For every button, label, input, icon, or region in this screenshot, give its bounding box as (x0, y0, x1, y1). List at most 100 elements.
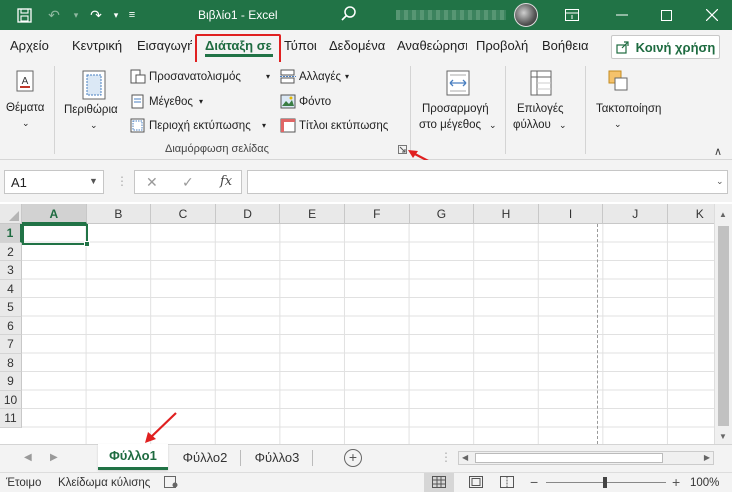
row-header-6[interactable]: 6 (0, 316, 22, 335)
row-header-7[interactable]: 7 (0, 335, 22, 354)
search-icon[interactable] (340, 5, 358, 26)
insert-function-icon[interactable]: fx (220, 174, 232, 189)
row-header-4[interactable]: 4 (0, 279, 22, 298)
margins-icon[interactable] (82, 70, 106, 103)
save-icon[interactable] (14, 6, 34, 24)
undo-dropdown-icon[interactable]: ▾ (66, 6, 86, 24)
margins-label[interactable]: Περιθώρια (64, 104, 118, 116)
sheet-tab-1[interactable]: Φύλλο1 (98, 444, 168, 470)
column-header-f[interactable]: F (345, 204, 410, 224)
prev-sheet-icon[interactable]: ◀ (24, 452, 32, 463)
arrange-label[interactable]: Τακτοποίηση (596, 103, 661, 115)
themes-dropdown-icon[interactable]: ⌄ (22, 118, 30, 129)
print-area-icon[interactable] (130, 118, 146, 133)
column-header-h[interactable]: H (474, 204, 539, 224)
zoom-slider-thumb[interactable] (603, 477, 607, 488)
redo-icon[interactable]: ↷ (86, 6, 106, 24)
sheet-tab-3[interactable]: Φύλλο3 (244, 444, 310, 470)
expand-formula-bar-icon[interactable]: ⌄ (716, 176, 724, 187)
orientation-icon[interactable] (130, 69, 146, 84)
close-icon[interactable] (698, 4, 726, 26)
select-all-corner[interactable] (0, 204, 22, 224)
row-header-11[interactable]: 11 (0, 409, 22, 428)
column-header-b[interactable]: B (86, 204, 152, 224)
scale-to-fit-label-2[interactable]: στο μέγεθος (419, 119, 481, 131)
add-sheet-icon[interactable]: + (344, 449, 362, 467)
column-header-j[interactable]: J (603, 204, 668, 224)
fill-handle[interactable] (84, 241, 90, 247)
enter-icon[interactable]: ✓ (182, 174, 194, 191)
orientation-button[interactable]: Προσανατολισμός (149, 71, 241, 83)
print-titles-icon[interactable] (280, 118, 296, 133)
sheet-options-label[interactable]: Επιλογές (517, 103, 564, 115)
print-area-button[interactable]: Περιοχή εκτύπωσης (149, 120, 251, 132)
avatar[interactable] (514, 3, 538, 27)
formula-input[interactable] (247, 170, 728, 194)
vertical-scrollbar[interactable]: ▲ ▼ (714, 204, 732, 444)
breaks-icon[interactable] (280, 69, 296, 84)
normal-view-icon[interactable] (424, 473, 454, 492)
tab-home[interactable]: Κεντρική (72, 38, 122, 53)
tab-review[interactable]: Αναθεώρηση (397, 38, 467, 53)
print-titles-button[interactable]: Τίτλοι εκτύπωσης (299, 120, 388, 132)
ribbon-display-icon[interactable] (558, 4, 586, 26)
tab-formulas[interactable]: Τύποι (284, 38, 317, 53)
next-sheet-icon[interactable]: ▶ (50, 452, 58, 463)
row-header-3[interactable]: 3 (0, 261, 22, 280)
customize-toolbar-icon[interactable]: ≡ (122, 6, 142, 24)
breaks-button[interactable]: Αλλαγές (299, 71, 341, 83)
breaks-dropdown-icon[interactable]: ▾ (345, 72, 349, 81)
scroll-left-icon[interactable]: ◀ (462, 453, 468, 462)
background-icon[interactable] (280, 94, 296, 109)
column-header-d[interactable]: D (215, 204, 281, 224)
tab-view[interactable]: Προβολή (476, 38, 528, 53)
horizontal-scroll-thumb[interactable] (475, 453, 663, 463)
macro-record-icon[interactable] (164, 476, 178, 491)
scale-to-fit-icon[interactable] (446, 70, 470, 99)
tab-file[interactable]: Αρχείο (10, 38, 49, 53)
row-header-9[interactable]: 9 (0, 372, 22, 391)
row-header-5[interactable]: 5 (0, 298, 22, 317)
scroll-up-icon[interactable]: ▲ (719, 210, 727, 219)
size-icon[interactable] (130, 94, 146, 109)
column-header-c[interactable]: C (151, 204, 216, 224)
background-button[interactable]: Φόντο (299, 96, 331, 108)
column-header-e[interactable]: E (280, 204, 345, 224)
cells[interactable] (22, 224, 714, 444)
horizontal-scrollbar[interactable]: ◀ ▶ (458, 451, 714, 465)
scale-to-fit-dropdown-icon[interactable]: ⌄ (489, 120, 497, 131)
zoom-in-icon[interactable]: + (672, 474, 680, 490)
scale-to-fit-label[interactable]: Προσαρμογή (422, 103, 489, 115)
print-area-dropdown-icon[interactable]: ▾ (262, 121, 266, 130)
margins-dropdown-icon[interactable]: ⌄ (90, 120, 98, 131)
sheet-tab-2[interactable]: Φύλλο2 (172, 444, 238, 470)
collapse-ribbon-icon[interactable]: ∧ (714, 145, 722, 158)
column-header-g[interactable]: G (409, 204, 475, 224)
active-cell[interactable] (22, 224, 88, 245)
row-header-10[interactable]: 10 (0, 390, 22, 409)
arrange-dropdown-icon[interactable]: ⌄ (614, 119, 622, 130)
sheet-options-dropdown-icon[interactable]: ⌄ (559, 120, 567, 131)
scroll-down-icon[interactable]: ▼ (719, 432, 727, 441)
share-button[interactable]: Κοινή χρήση (611, 35, 720, 59)
themes-icon[interactable]: A (16, 70, 34, 95)
size-button[interactable]: Μέγεθος (149, 96, 193, 108)
zoom-level[interactable]: 100% (690, 477, 719, 489)
themes-label[interactable]: Θέματα (6, 102, 44, 114)
row-header-1[interactable]: 1 (0, 224, 22, 243)
column-header-i[interactable]: I (538, 204, 604, 224)
orientation-dropdown-icon[interactable]: ▾ (266, 72, 270, 81)
row-header-8[interactable]: 8 (0, 353, 22, 372)
cancel-icon[interactable]: ✕ (146, 174, 158, 191)
tab-split-grip-icon[interactable]: ⋮ (440, 450, 452, 464)
tab-insert[interactable]: Εισαγωγή (137, 38, 192, 53)
column-header-a[interactable]: A (22, 204, 87, 224)
undo-icon[interactable]: ↶ (44, 6, 64, 24)
page-layout-view-icon[interactable] (469, 476, 483, 491)
tab-data[interactable]: Δεδομένα (329, 38, 385, 53)
zoom-out-icon[interactable]: − (530, 474, 538, 490)
vertical-scroll-thumb[interactable] (718, 226, 729, 426)
sheet-options-label-2[interactable]: φύλλου (513, 119, 551, 131)
minimize-icon[interactable] (608, 4, 636, 26)
maximize-icon[interactable] (652, 4, 680, 26)
